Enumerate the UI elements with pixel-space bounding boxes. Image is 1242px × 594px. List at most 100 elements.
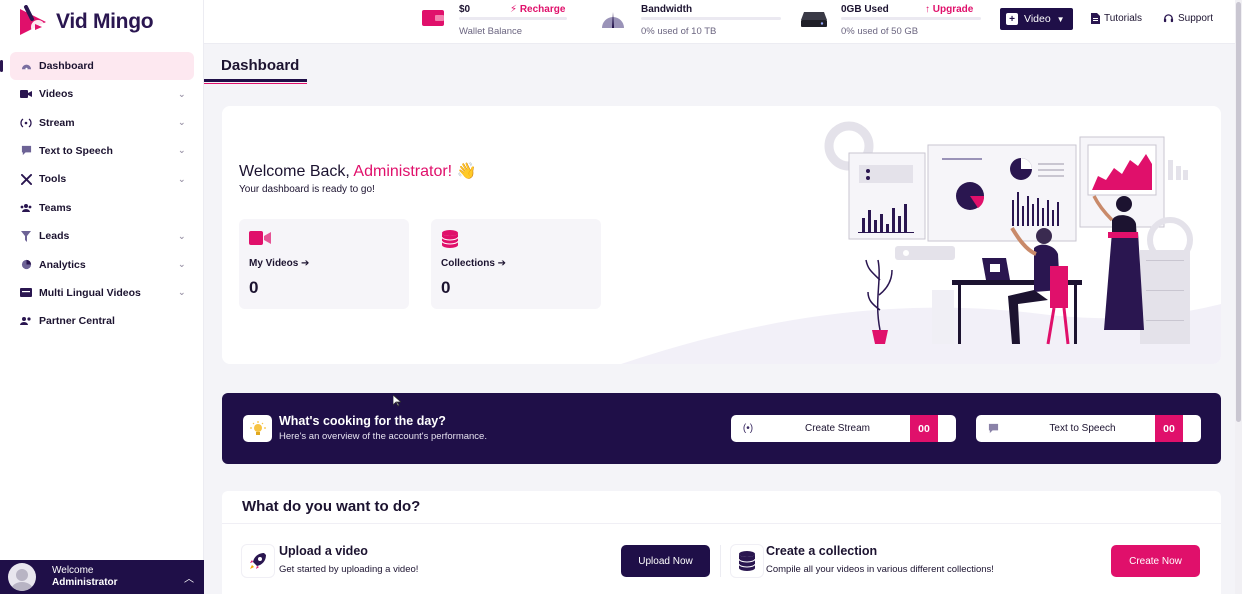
sidebar-item-label: Tools <box>39 173 67 186</box>
users-icon <box>20 202 32 214</box>
sidebar-item-teams[interactable]: Teams <box>0 194 204 222</box>
sidebar-item-stream[interactable]: Stream ⌄ <box>0 108 204 136</box>
sidebar-item-tools[interactable]: Tools ⌄ <box>0 165 204 193</box>
speech-bubble-icon <box>20 145 32 157</box>
sidebar-item-text-to-speech[interactable]: Text to Speech ⌄ <box>0 137 204 165</box>
create-video-dropdown[interactable]: + Video ▼ <box>1000 8 1073 30</box>
chevron-down-icon: ⌄ <box>178 145 186 156</box>
my-videos-card[interactable]: My Videos ➔ 0 <box>239 219 409 309</box>
quick-actions-heading: What do you want to do? <box>242 498 421 515</box>
username: Administrator <box>52 577 118 588</box>
sidebar-item-label: Dashboard <box>39 60 94 72</box>
broadcast-icon <box>20 117 32 129</box>
sidebar-item-label: Teams <box>39 201 72 214</box>
chevron-down-icon: ⌄ <box>178 230 186 241</box>
dashboard-illustration <box>824 121 1193 345</box>
broadcast-icon: (•) <box>742 423 754 434</box>
create-video-label: Video <box>1024 13 1051 25</box>
chevron-down-icon: ⌄ <box>178 173 186 184</box>
divider <box>720 545 721 577</box>
wallet-amount: $0 <box>459 4 471 15</box>
page-scrollbar[interactable] <box>1235 0 1242 594</box>
create-stream-label: Create Stream <box>804 423 871 434</box>
create-stream-count: 00 <box>910 415 938 442</box>
wallet-divider <box>459 17 567 20</box>
sidebar-item-partner-central[interactable]: Partner Central <box>0 307 204 335</box>
document-icon <box>1091 13 1100 24</box>
create-collection-title: Create a collection <box>766 544 878 558</box>
page-title-underline <box>204 79 307 82</box>
storage-used: 0GB Used <box>841 4 889 15</box>
welcome-greeting: Welcome Back, <box>239 163 350 180</box>
sidebar-item-label: Text to Speech <box>39 144 113 157</box>
sidebar-item-label: Leads <box>39 230 70 243</box>
sidebar-item-leads[interactable]: Leads ⌄ <box>0 222 204 250</box>
tutorials-label: Tutorials <box>1104 13 1142 24</box>
collections-card[interactable]: Collections ➔ 0 <box>431 219 601 309</box>
storage-widget: 0GB Used ↑ Upgrade 0% used of 50 GB <box>801 2 986 40</box>
welcome-username: Administrator! <box>353 163 453 180</box>
storage-usage: 0% used of 50 GB <box>841 26 919 37</box>
chevron-up-icon[interactable]: ︿ <box>184 570 204 585</box>
wallet-widget: $0 ⚡ Recharge Wallet Balance <box>422 2 572 40</box>
sidebar-item-analytics[interactable]: Analytics ⌄ <box>0 250 204 278</box>
speech-bubble-icon <box>976 423 1010 434</box>
banner-title: What's cooking for the day? <box>279 414 446 428</box>
gauge-icon <box>601 8 625 30</box>
bandwidth-progress <box>641 17 781 20</box>
video-camera-icon <box>20 88 32 100</box>
database-icon <box>441 230 463 248</box>
sidebar-item-videos[interactable]: Videos ⌄ <box>0 80 204 108</box>
user-profile-bar[interactable]: Welcome Administrator ︿ <box>0 560 204 594</box>
storage-progress <box>841 17 981 20</box>
scrollbar-thumb[interactable] <box>1236 2 1241 422</box>
hard-drive-icon <box>801 10 827 32</box>
daily-overview-banner: What's cooking for the day? Here's an ov… <box>222 393 1221 464</box>
text-to-speech-label: Text to Speech <box>1049 423 1116 434</box>
funnel-icon <box>20 230 32 242</box>
recharge-link[interactable]: ⚡ Recharge <box>510 4 565 15</box>
page-title: Dashboard <box>221 57 300 74</box>
create-stream-pill[interactable]: (•) Create Stream 00 <box>731 415 956 442</box>
chevron-down-icon: ⌄ <box>178 287 186 298</box>
quick-actions-card: What do you want to do? Upload a video G… <box>222 491 1221 594</box>
sidebar: Vid Mingo Dashboard Videos ⌄ Stream ⌄ Te… <box>0 0 204 594</box>
sidebar-item-label: Stream <box>39 116 75 129</box>
my-videos-label: My Videos ➔ <box>249 258 310 269</box>
tools-icon <box>20 173 32 185</box>
partners-icon <box>20 315 32 327</box>
banner-subtitle: Here's an overview of the account's perf… <box>279 431 487 442</box>
rocket-icon <box>242 545 274 577</box>
waving-hand-icon: 👋 <box>456 163 477 180</box>
lightbulb-icon <box>243 415 272 442</box>
sidebar-item-multi-lingual-videos[interactable]: Multi Lingual Videos ⌄ <box>0 279 204 307</box>
divider <box>222 523 1221 524</box>
support-link[interactable]: Support <box>1163 13 1213 24</box>
mouse-cursor-icon <box>393 395 401 407</box>
tutorials-link[interactable]: Tutorials <box>1091 13 1142 24</box>
upload-video-title: Upload a video <box>279 544 368 558</box>
create-now-button[interactable]: Create Now <box>1111 545 1200 577</box>
user-greeting: Welcome Administrator <box>52 565 184 589</box>
welcome-heading: Welcome Back, Administrator! 👋 <box>239 161 477 181</box>
sidebar-item-label: Videos <box>39 88 74 101</box>
sidebar-item-dashboard[interactable]: Dashboard <box>0 52 194 80</box>
upgrade-label: Upgrade <box>932 4 974 15</box>
pie-chart-icon <box>20 259 32 271</box>
headset-icon <box>1163 14 1174 23</box>
video-camera-icon <box>249 230 271 246</box>
text-to-speech-pill[interactable]: Text to Speech 00 <box>976 415 1201 442</box>
chevron-down-icon: ⌄ <box>178 88 186 99</box>
caret-down-icon: ▼ <box>1056 14 1065 24</box>
brand-logo[interactable]: Vid Mingo <box>16 4 154 40</box>
dashboard-icon <box>20 60 32 72</box>
upgrade-link[interactable]: ↑ Upgrade <box>925 4 973 15</box>
welcome-card: Welcome Back, Administrator! 👋 Your dash… <box>222 106 1221 364</box>
bandwidth-widget: Bandwidth 0% used of 10 TB <box>601 2 781 40</box>
recharge-label: Recharge <box>519 4 566 15</box>
upload-now-button[interactable]: Upload Now <box>621 545 710 577</box>
sidebar-item-label: Analytics <box>39 258 86 271</box>
vidmingo-logo-icon <box>16 5 52 39</box>
bandwidth-usage: 0% used of 10 TB <box>641 26 717 37</box>
brand-name: Vid Mingo <box>56 10 154 33</box>
